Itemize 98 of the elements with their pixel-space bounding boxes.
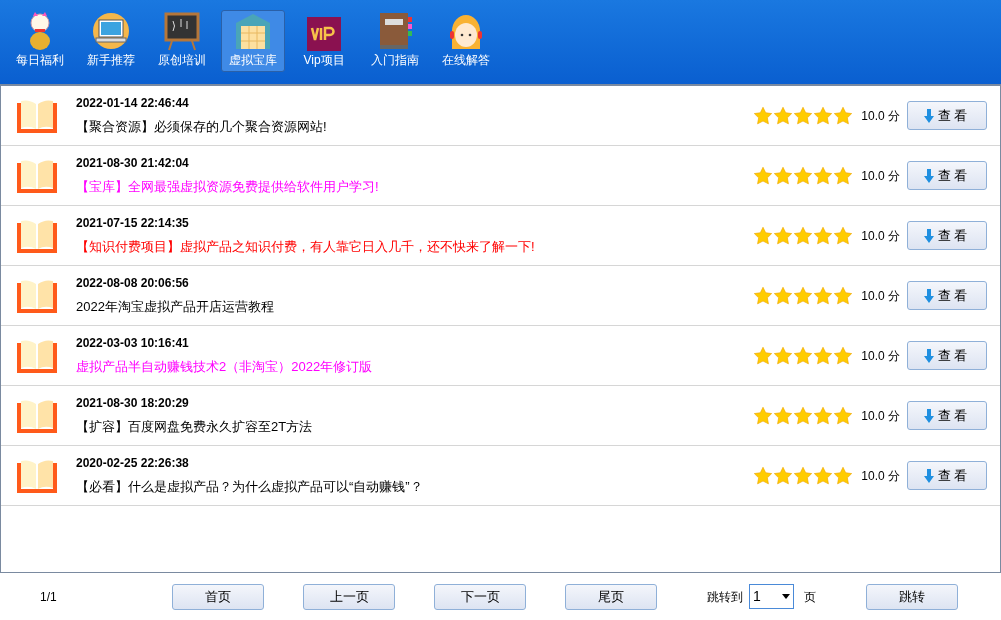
star-icon [813,405,834,426]
dropdown-caret-icon [782,594,790,599]
nav-tab[interactable]: Vip项目 [292,10,356,72]
vip-icon [307,17,341,51]
item-title: 虚拟产品半自动赚钱技术2（非淘宝）2022年修订版 [76,358,374,377]
page-select[interactable]: 1 [749,584,794,609]
star-icon [833,465,854,486]
star-icon [793,345,814,366]
star-icon [773,105,794,126]
nav-tab[interactable]: 入门指南 [363,10,427,72]
star-icon [793,285,814,306]
star-icon [833,225,854,246]
laptop-icon [91,11,131,51]
item-date: 2022-08-08 20:06:56 [76,275,190,293]
page-info: 1/1 [40,588,58,606]
first-page-button[interactable]: 首页 [172,583,264,610]
star-icon [813,165,834,186]
star-icon [773,345,794,366]
download-arrow-icon [924,408,934,423]
star-icon [753,225,774,246]
star-icon [813,465,834,486]
star-icon [793,105,814,126]
open-book-icon [16,338,58,373]
star-icon [793,405,814,426]
item-date: 2021-07-15 22:14:35 [76,215,190,233]
star-icon [753,105,774,126]
open-book-icon [16,458,58,493]
score-text: 10.0 分 [861,467,900,485]
download-arrow-icon [924,468,934,483]
view-button[interactable]: 查看 [907,281,987,310]
star-icon [833,345,854,366]
prev-page-button[interactable]: 上一页 [303,583,395,610]
star-icon [833,285,854,306]
jump-label: 跳转到 [707,588,743,606]
download-arrow-icon [924,168,934,183]
star-icon [753,285,774,306]
item-date: 2020-02-25 22:26:38 [76,455,190,473]
score-text: 10.0 分 [861,347,900,365]
next-page-button[interactable]: 下一页 [434,583,526,610]
download-arrow-icon [924,348,934,363]
item-title: 【知识付费项目】虚拟产品之知识付费，有人靠它日入几千，还不快来了解一下! [76,238,536,257]
view-button[interactable]: 查看 [907,461,987,490]
item-title: 2022年淘宝虚拟产品开店运营教程 [76,298,275,317]
star-icon [813,105,834,126]
item-date: 2021-08-30 18:20:29 [76,395,190,413]
score-text: 10.0 分 [861,287,900,305]
score-text: 10.0 分 [861,227,900,245]
view-button[interactable]: 查看 [907,221,987,250]
score-text: 10.0 分 [861,107,900,125]
star-icon [753,345,774,366]
nav-tab[interactable]: 每日福利 [8,10,72,72]
star-icon [813,225,834,246]
star-icon [833,405,854,426]
score-text: 10.0 分 [861,407,900,425]
star-icon [753,405,774,426]
open-book-icon [16,218,58,253]
open-book-icon [16,398,58,433]
open-book-icon [16,158,58,193]
view-button[interactable]: 查看 [907,101,987,130]
view-button[interactable]: 查看 [907,341,987,370]
jump-button[interactable]: 跳转 [866,583,958,610]
open-book-icon [16,98,58,133]
download-arrow-icon [924,228,934,243]
star-icon [773,405,794,426]
view-button[interactable]: 查看 [907,161,987,190]
item-title: 【扩容】百度网盘免费永久扩容至2T方法 [76,418,314,437]
nav-tab[interactable]: 在线解答 [434,10,498,72]
last-page-button[interactable]: 尾页 [565,583,657,610]
view-button[interactable]: 查看 [907,401,987,430]
star-icon [753,165,774,186]
download-arrow-icon [924,108,934,123]
nav-tab[interactable]: 新手推荐 [79,10,143,72]
star-icon [773,285,794,306]
star-icon [773,225,794,246]
star-icon [833,165,854,186]
item-date: 2021-08-30 21:42:04 [76,155,190,173]
nav-tab[interactable]: 原创培训 [150,10,214,72]
item-title: 【必看】什么是虚拟产品？为什么虚拟产品可以“自动赚钱”？ [76,478,424,497]
item-date: 2022-03-03 10:16:41 [76,335,190,353]
star-icon [773,465,794,486]
warehouse-icon [233,11,273,51]
item-date: 2022-01-14 22:46:44 [76,95,190,113]
star-icon [813,345,834,366]
star-icon [793,465,814,486]
item-title: 【宝库】全网最强虚拟资源免费提供给软件用户学习! [76,178,380,197]
star-icon [833,105,854,126]
download-arrow-icon [924,288,934,303]
item-title: 【聚合资源】必须保存的几个聚合资源网站! [76,118,328,137]
star-icon [813,285,834,306]
star-icon [773,165,794,186]
star-icon [753,465,774,486]
score-text: 10.0 分 [861,167,900,185]
open-book-icon [16,278,58,313]
star-icon [793,225,814,246]
chalkboard-icon [163,11,201,51]
nav-tab[interactable]: 虚拟宝库 [221,10,285,72]
page-unit: 页 [804,588,816,606]
star-icon [793,165,814,186]
